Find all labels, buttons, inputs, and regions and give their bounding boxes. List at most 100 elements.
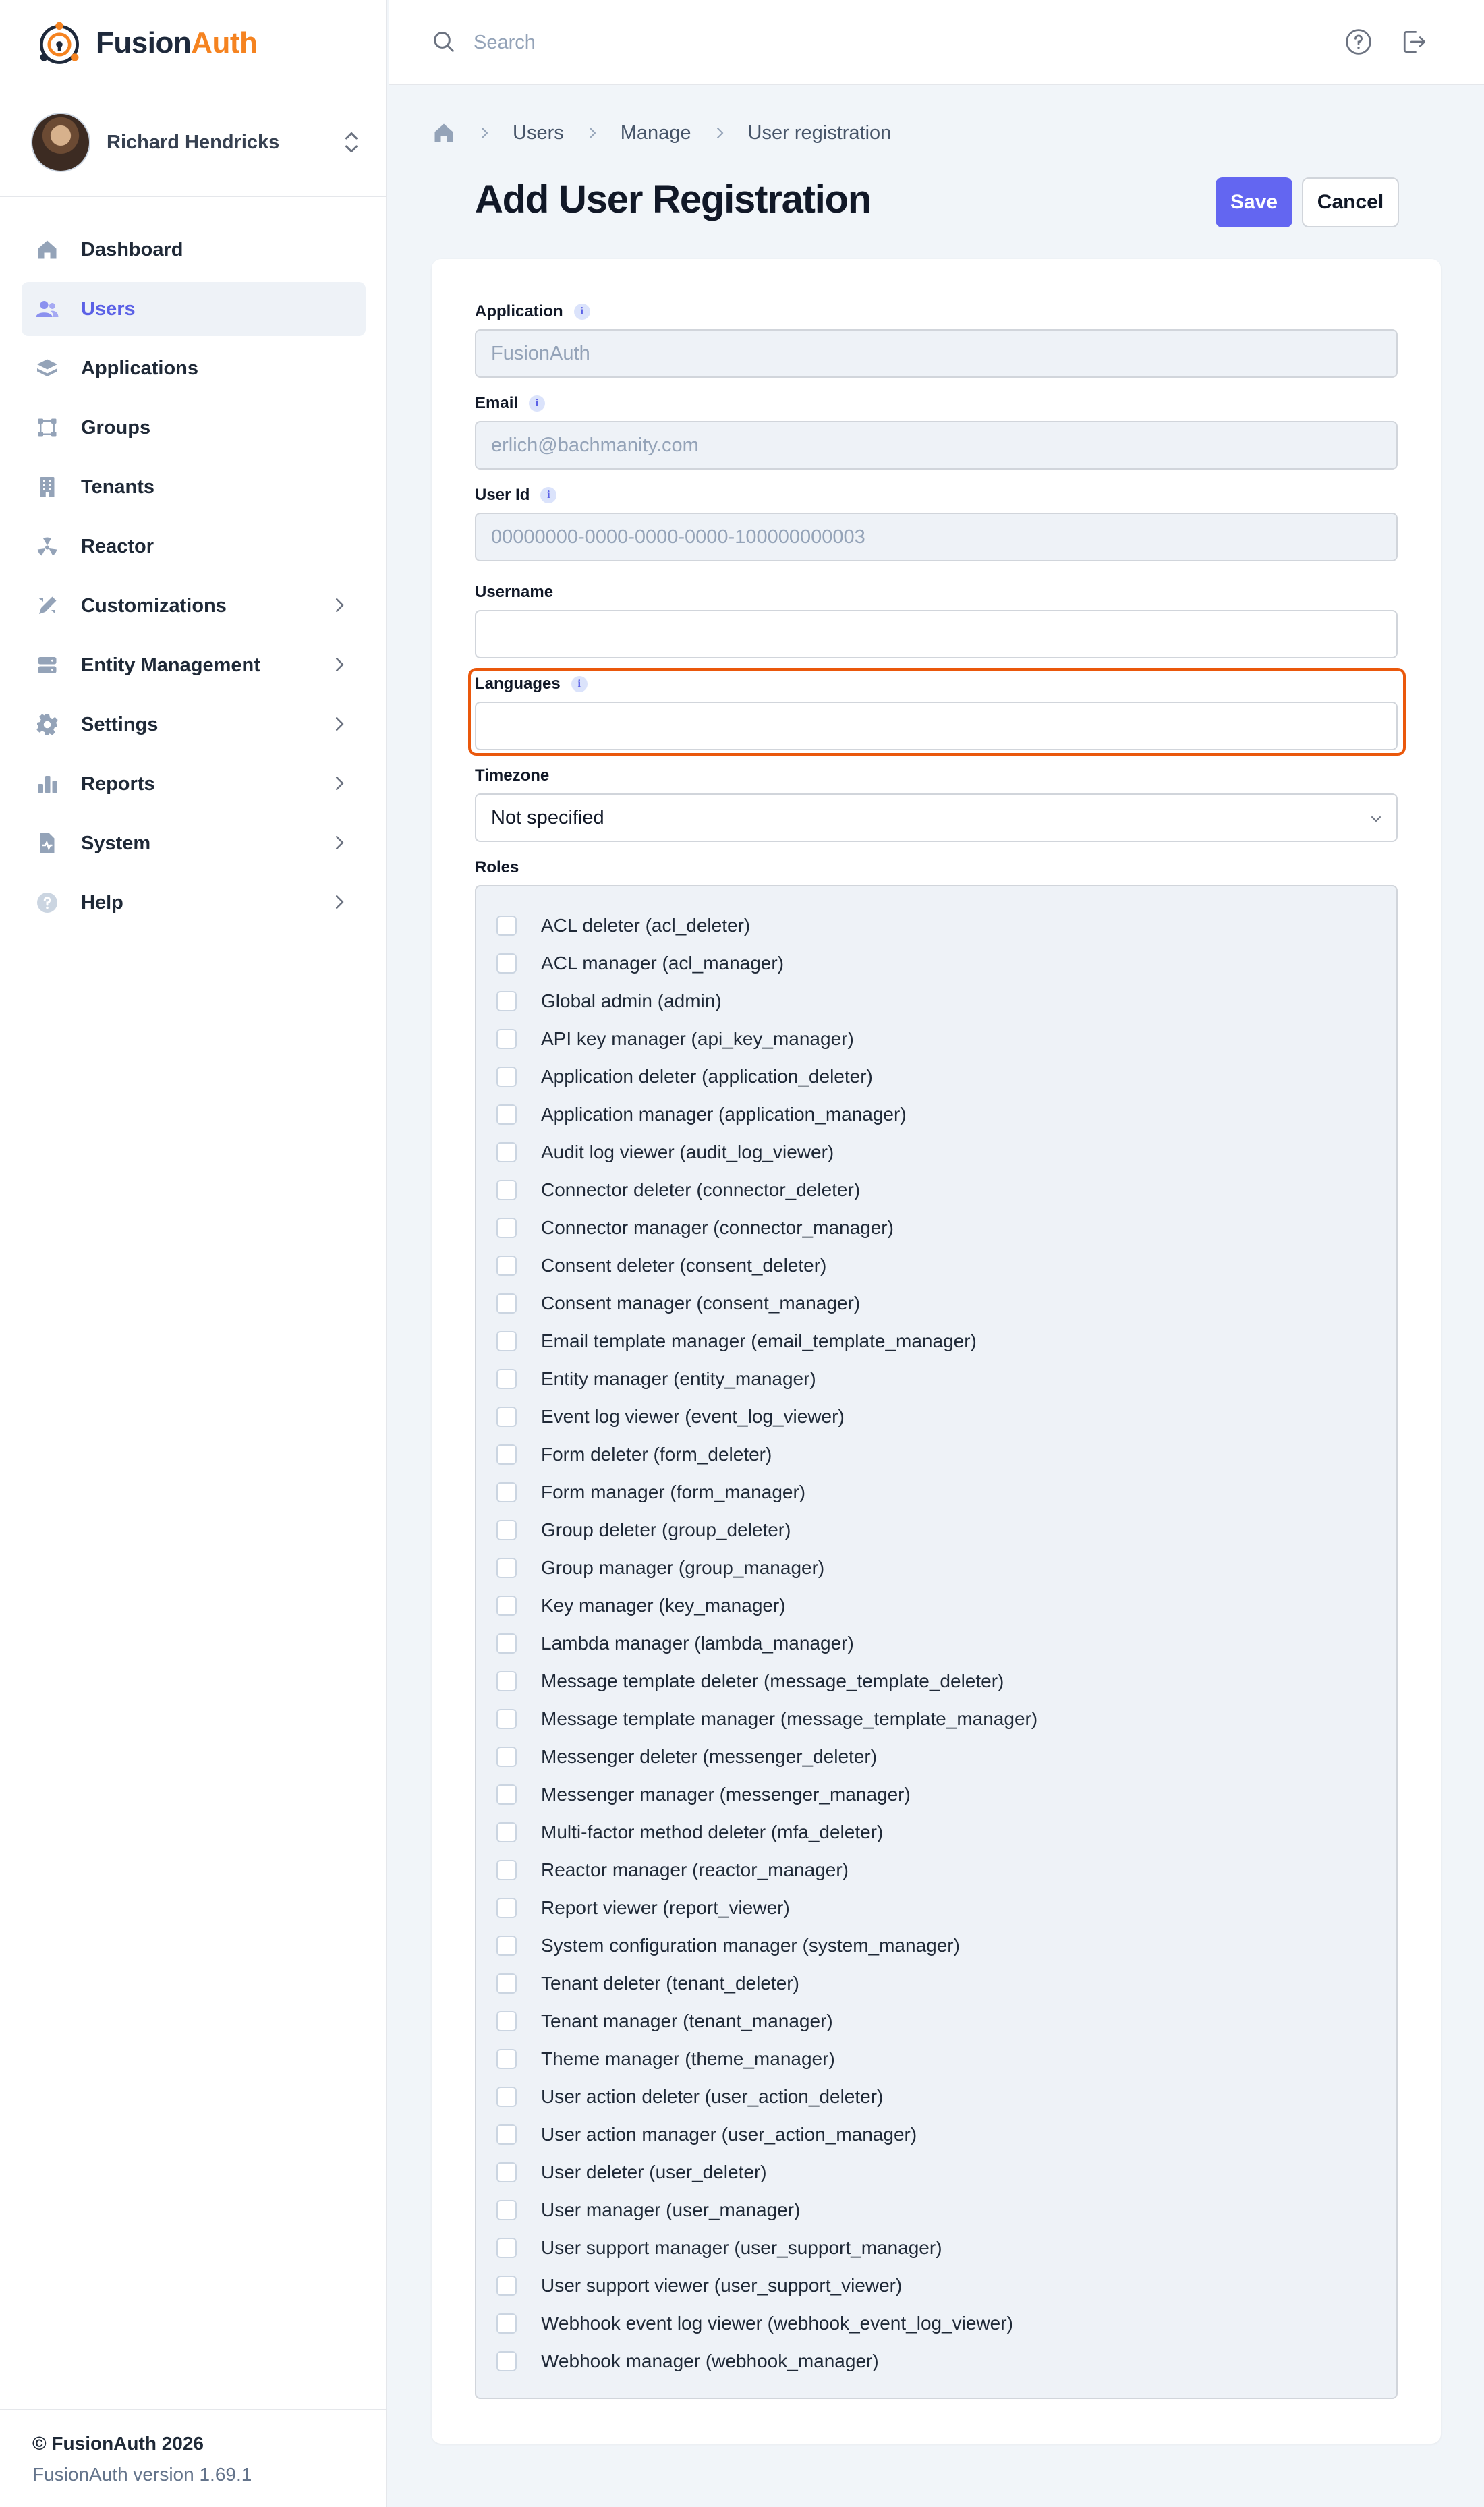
role-label[interactable]: Event log viewer (event_log_viewer) — [541, 1406, 845, 1428]
role-label[interactable]: ACL deleter (acl_deleter) — [541, 915, 750, 936]
role-checkbox[interactable] — [496, 2313, 517, 2334]
info-icon[interactable]: i — [540, 487, 557, 503]
role-checkbox[interactable] — [496, 1029, 517, 1049]
info-icon[interactable]: i — [571, 676, 588, 692]
role-checkbox[interactable] — [496, 2124, 517, 2145]
role-row[interactable]: Connector deleter (connector_deleter) — [496, 1171, 1037, 1209]
role-checkbox[interactable] — [496, 1709, 517, 1729]
role-checkbox[interactable] — [496, 1256, 517, 1276]
role-checkbox[interactable] — [496, 1633, 517, 1654]
role-label[interactable]: Group deleter (group_deleter) — [541, 1519, 791, 1541]
role-label[interactable]: Group manager (group_manager) — [541, 1557, 824, 1579]
role-checkbox[interactable] — [496, 953, 517, 974]
role-row[interactable]: Reactor manager (reactor_manager) — [496, 1851, 1037, 1889]
role-row[interactable]: User deleter (user_deleter) — [496, 2153, 1037, 2191]
role-label[interactable]: Global admin (admin) — [541, 990, 722, 1012]
role-row[interactable]: Message template deleter (message_templa… — [496, 1662, 1037, 1700]
role-checkbox[interactable] — [496, 1067, 517, 1087]
role-label[interactable]: Key manager (key_manager) — [541, 1595, 786, 1616]
role-row[interactable]: Report viewer (report_viewer) — [496, 1889, 1037, 1927]
role-label[interactable]: Reactor manager (reactor_manager) — [541, 1859, 849, 1881]
role-row[interactable]: Webhook event log viewer (webhook_event_… — [496, 2305, 1037, 2342]
sidebar-item-dashboard[interactable]: Dashboard — [22, 223, 366, 277]
role-row[interactable]: User action manager (user_action_manager… — [496, 2116, 1037, 2153]
role-checkbox[interactable] — [496, 2011, 517, 2031]
role-checkbox[interactable] — [496, 1407, 517, 1427]
role-checkbox[interactable] — [496, 1331, 517, 1351]
role-checkbox[interactable] — [496, 2162, 517, 2182]
sidebar-item-tenants[interactable]: Tenants — [22, 460, 366, 514]
role-checkbox[interactable] — [496, 1444, 517, 1465]
help-circle-icon[interactable] — [1344, 27, 1373, 57]
role-checkbox[interactable] — [496, 2351, 517, 2371]
user-menu[interactable]: Richard Hendricks — [31, 112, 362, 173]
languages-field[interactable] — [475, 702, 1398, 750]
role-checkbox[interactable] — [496, 1520, 517, 1540]
role-checkbox[interactable] — [496, 1822, 517, 1842]
role-checkbox[interactable] — [496, 1180, 517, 1200]
info-icon[interactable]: i — [573, 304, 590, 320]
role-row[interactable]: Group manager (group_manager) — [496, 1549, 1037, 1587]
role-row[interactable]: Application manager (application_manager… — [496, 1096, 1037, 1133]
role-checkbox[interactable] — [496, 1369, 517, 1389]
cancel-button[interactable]: Cancel — [1302, 177, 1399, 227]
role-label[interactable]: Entity manager (entity_manager) — [541, 1368, 816, 1390]
role-row[interactable]: ACL manager (acl_manager) — [496, 945, 1037, 982]
role-row[interactable]: Connector manager (connector_manager) — [496, 1209, 1037, 1247]
role-label[interactable]: Tenant deleter (tenant_deleter) — [541, 1973, 799, 1994]
role-label[interactable]: Webhook event log viewer (webhook_event_… — [541, 2313, 1013, 2334]
role-label[interactable]: User action deleter (user_action_deleter… — [541, 2086, 883, 2108]
role-label[interactable]: Message template deleter (message_templa… — [541, 1670, 1004, 1692]
role-checkbox[interactable] — [496, 1596, 517, 1616]
role-label[interactable]: Lambda manager (lambda_manager) — [541, 1633, 854, 1654]
role-label[interactable]: User support viewer (user_support_viewer… — [541, 2275, 902, 2297]
role-checkbox[interactable] — [496, 1671, 517, 1691]
role-checkbox[interactable] — [496, 1973, 517, 1994]
role-checkbox[interactable] — [496, 1860, 517, 1880]
role-row[interactable]: Form deleter (form_deleter) — [496, 1436, 1037, 1473]
role-row[interactable]: Tenant deleter (tenant_deleter) — [496, 1965, 1037, 2002]
role-row[interactable]: Email template manager (email_template_m… — [496, 1322, 1037, 1360]
sidebar-item-help[interactable]: Help — [22, 876, 366, 930]
role-row[interactable]: Form manager (form_manager) — [496, 1473, 1037, 1511]
search-input[interactable] — [474, 26, 946, 59]
role-label[interactable]: API key manager (api_key_manager) — [541, 1028, 854, 1050]
role-label[interactable]: Connector deleter (connector_deleter) — [541, 1179, 860, 1201]
role-label[interactable]: Consent deleter (consent_deleter) — [541, 1255, 826, 1276]
logout-icon[interactable] — [1399, 27, 1429, 57]
role-checkbox[interactable] — [496, 2087, 517, 2107]
role-row[interactable]: User support manager (user_support_manag… — [496, 2229, 1037, 2267]
role-checkbox[interactable] — [496, 916, 517, 936]
sidebar-item-system[interactable]: System — [22, 816, 366, 870]
role-row[interactable]: User action deleter (user_action_deleter… — [496, 2078, 1037, 2116]
role-checkbox[interactable] — [496, 1747, 517, 1767]
role-label[interactable]: Webhook manager (webhook_manager) — [541, 2350, 879, 2372]
sidebar-item-entity-management[interactable]: Entity Management — [22, 638, 366, 692]
role-row[interactable]: Entity manager (entity_manager) — [496, 1360, 1037, 1398]
role-row[interactable]: Application deleter (application_deleter… — [496, 1058, 1037, 1096]
role-label[interactable]: Messenger manager (messenger_manager) — [541, 1784, 911, 1805]
sidebar-item-reactor[interactable]: Reactor — [22, 519, 366, 573]
role-checkbox[interactable] — [496, 2049, 517, 2069]
role-checkbox[interactable] — [496, 2200, 517, 2220]
role-label[interactable]: Tenant manager (tenant_manager) — [541, 2010, 833, 2032]
role-label[interactable]: User deleter (user_deleter) — [541, 2162, 767, 2183]
role-label[interactable]: Application manager (application_manager… — [541, 1104, 907, 1125]
role-label[interactable]: Form deleter (form_deleter) — [541, 1444, 772, 1465]
role-label[interactable]: Report viewer (report_viewer) — [541, 1897, 790, 1919]
role-label[interactable]: Connector manager (connector_manager) — [541, 1217, 894, 1239]
role-row[interactable]: Tenant manager (tenant_manager) — [496, 2002, 1037, 2040]
role-row[interactable]: Message template manager (message_templa… — [496, 1700, 1037, 1738]
role-row[interactable]: Messenger manager (messenger_manager) — [496, 1776, 1037, 1813]
role-row[interactable]: System configuration manager (system_man… — [496, 1927, 1037, 1965]
role-label[interactable]: User support manager (user_support_manag… — [541, 2237, 942, 2259]
role-label[interactable]: Consent manager (consent_manager) — [541, 1293, 860, 1314]
role-checkbox[interactable] — [496, 1558, 517, 1578]
role-row[interactable]: Global admin (admin) — [496, 982, 1037, 1020]
save-button[interactable]: Save — [1216, 177, 1292, 227]
role-row[interactable]: Lambda manager (lambda_manager) — [496, 1625, 1037, 1662]
role-checkbox[interactable] — [496, 991, 517, 1011]
sidebar-item-applications[interactable]: Applications — [22, 341, 366, 395]
role-row[interactable]: User support viewer (user_support_viewer… — [496, 2267, 1037, 2305]
role-checkbox[interactable] — [496, 1293, 517, 1314]
